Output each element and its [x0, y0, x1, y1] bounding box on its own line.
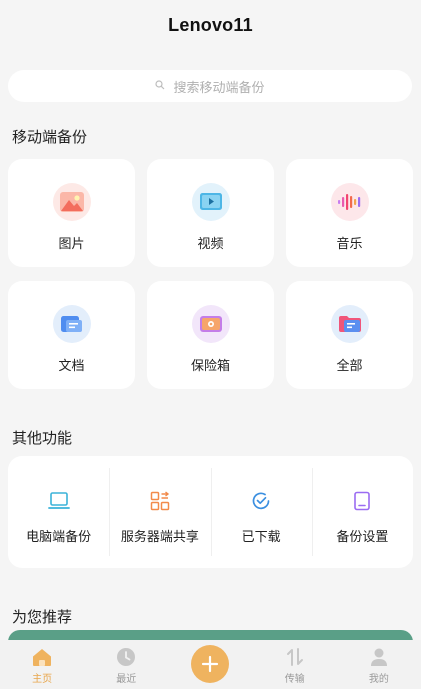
- card-all-label: 全部: [336, 358, 363, 373]
- downloaded-label: 已下载: [241, 529, 281, 544]
- card-videos[interactable]: 视频: [147, 159, 274, 267]
- home-icon: [32, 647, 52, 667]
- music-icon: [330, 183, 369, 221]
- backup-settings-label: 备份设置: [336, 529, 389, 544]
- server-share-button[interactable]: 服务器端共享: [109, 456, 210, 568]
- safe-icon: [191, 305, 230, 343]
- tab-profile[interactable]: 我的: [337, 647, 421, 689]
- card-images-label: 图片: [58, 236, 85, 251]
- server-share-label: 服务器端共享: [120, 529, 199, 544]
- tab-home[interactable]: 主页: [0, 647, 84, 689]
- card-videos-label: 视频: [197, 236, 224, 251]
- downloaded-button[interactable]: 已下载: [210, 456, 312, 568]
- tab-transfer-label: 传输: [284, 674, 305, 685]
- backup-settings-button[interactable]: 备份设置: [311, 456, 413, 568]
- card-documents-label: 文档: [58, 358, 85, 373]
- card-safe[interactable]: 保险箱: [147, 281, 274, 389]
- add-button[interactable]: [191, 645, 229, 683]
- pc-backup-button[interactable]: 电脑端备份: [8, 456, 109, 568]
- search-icon: [155, 80, 165, 90]
- profile-icon: [369, 647, 389, 667]
- top-bar: Lenovo11: [0, 0, 421, 50]
- card-music-label: 音乐: [336, 236, 363, 251]
- card-safe-label: 保险箱: [190, 358, 230, 373]
- section-title-other-functions: 其他功能: [12, 430, 73, 447]
- search-placeholder: 搜索移动端备份: [173, 79, 265, 95]
- laptop-icon: [47, 490, 70, 512]
- device-title: Lenovo11: [168, 14, 253, 35]
- transfer-icon: [285, 647, 305, 667]
- card-music[interactable]: 音乐: [286, 159, 413, 267]
- section-title-mobile-backup: 移动端备份: [12, 129, 88, 146]
- server-share-icon: [149, 490, 171, 512]
- folder-icon: [330, 305, 369, 343]
- tab-home-label: 主页: [32, 674, 53, 685]
- document-icon: [52, 305, 91, 343]
- tab-profile-label: 我的: [368, 674, 389, 685]
- card-all[interactable]: 全部: [286, 281, 413, 389]
- clock-icon: [116, 647, 136, 667]
- downloaded-check-icon: [250, 490, 272, 512]
- tab-recent-label: 最近: [116, 674, 137, 685]
- other-functions-panel: 电脑端备份 服务器端共享 已下载 备份设置: [8, 456, 413, 568]
- card-documents[interactable]: 文档: [8, 281, 135, 389]
- plus-icon: [201, 655, 219, 673]
- tab-transfer[interactable]: 传输: [253, 647, 337, 689]
- backup-settings-icon: [351, 490, 373, 512]
- pc-backup-label: 电脑端备份: [26, 529, 92, 544]
- image-icon: [52, 183, 91, 221]
- card-images[interactable]: 图片: [8, 159, 135, 267]
- search-input[interactable]: 搜索移动端备份: [8, 70, 412, 102]
- tab-recent[interactable]: 最近: [84, 647, 168, 689]
- section-title-recommend: 为您推荐: [12, 609, 73, 626]
- video-icon: [191, 183, 230, 221]
